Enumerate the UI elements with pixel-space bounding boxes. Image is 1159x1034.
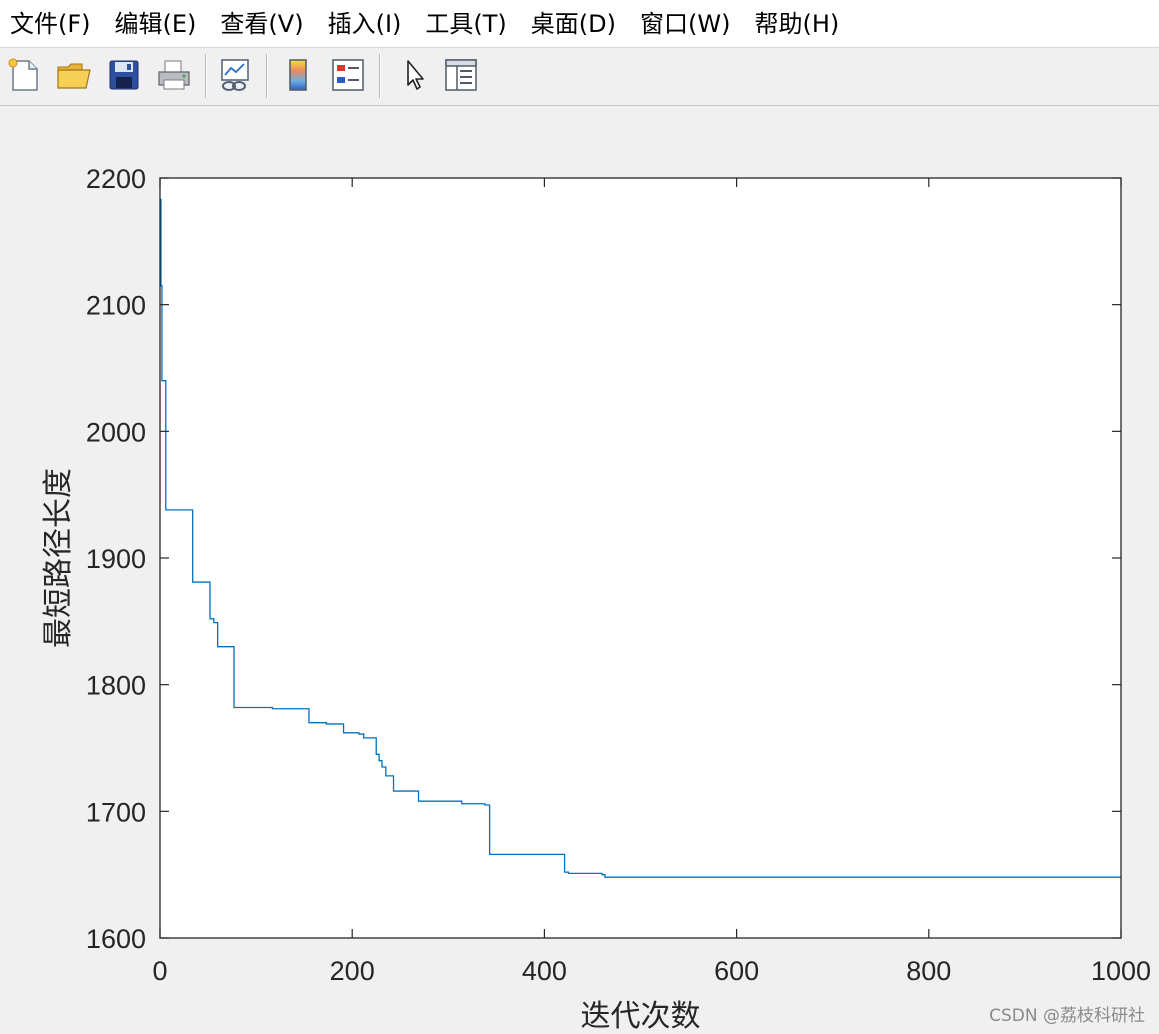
new-figure-button[interactable] bbox=[4, 55, 44, 95]
y-tick-label: 1900 bbox=[86, 544, 146, 574]
menu-edit[interactable]: 编辑(E) bbox=[103, 0, 209, 48]
y-axis-label: 最短路径长度 bbox=[41, 468, 76, 648]
insert-legend-button[interactable] bbox=[328, 55, 368, 95]
y-tick-label: 2100 bbox=[86, 291, 146, 321]
menu-view[interactable]: 查看(V) bbox=[208, 0, 315, 48]
legend-icon bbox=[332, 59, 364, 91]
colorbar-icon bbox=[289, 59, 307, 91]
save-button[interactable] bbox=[104, 55, 144, 95]
x-tick-label: 0 bbox=[152, 956, 167, 986]
toolbar-separator bbox=[379, 54, 381, 98]
menu-file[interactable]: 文件(F) bbox=[0, 0, 103, 48]
x-tick-label: 800 bbox=[906, 956, 951, 986]
menu-bar: 文件(F) 编辑(E) 查看(V) 插入(I) 工具(T) 桌面(D) 窗口(W) 帮助(H) bbox=[0, 0, 1159, 48]
y-tick-label: 1700 bbox=[86, 797, 146, 827]
y-tick-label: 1600 bbox=[86, 924, 146, 954]
toolbar-separator bbox=[205, 54, 207, 98]
open-file-button[interactable] bbox=[54, 55, 94, 95]
line-chart: 0 200 400 600 800 1000 1600 1700 1800 1900 2000 210… bbox=[41, 164, 1151, 1034]
plot-area bbox=[160, 178, 1121, 938]
link-plot-icon bbox=[221, 59, 249, 91]
toolbar bbox=[0, 48, 1159, 106]
floppy-disk-icon bbox=[109, 60, 139, 90]
printer-icon bbox=[158, 60, 190, 90]
edit-plot-button[interactable] bbox=[394, 55, 434, 95]
menu-desktop[interactable]: 桌面(D) bbox=[519, 0, 628, 48]
menu-window[interactable]: 窗口(W) bbox=[628, 0, 742, 48]
folder-open-icon bbox=[57, 63, 91, 89]
watermark: CSDN @荔枝科研社 bbox=[989, 1006, 1145, 1026]
menu-insert[interactable]: 插入(I) bbox=[316, 0, 414, 48]
insert-colorbar-button[interactable] bbox=[278, 55, 318, 95]
y-tick-label: 2000 bbox=[86, 417, 146, 447]
new-document-icon bbox=[8, 58, 38, 91]
figure-canvas: 0 200 400 600 800 1000 1600 1700 1800 1900 2000 210… bbox=[0, 106, 1159, 1034]
print-button[interactable] bbox=[154, 55, 194, 95]
property-panel-icon bbox=[445, 59, 477, 91]
menu-help[interactable]: 帮助(H) bbox=[742, 0, 851, 48]
x-tick-label: 200 bbox=[330, 956, 375, 986]
menu-tools[interactable]: 工具(T) bbox=[413, 0, 518, 48]
toolbar-separator bbox=[266, 54, 268, 98]
y-tick-label: 2200 bbox=[86, 164, 146, 194]
x-tick-label: 400 bbox=[522, 956, 567, 986]
property-inspector-button[interactable] bbox=[441, 55, 481, 95]
link-plot-button[interactable] bbox=[216, 55, 256, 95]
cursor-arrow-icon bbox=[407, 60, 424, 90]
x-axis-label: 迭代次数 bbox=[581, 999, 701, 1034]
y-tick-label: 1800 bbox=[86, 671, 146, 701]
x-tick-label: 600 bbox=[714, 956, 759, 986]
x-tick-label: 1000 bbox=[1091, 956, 1151, 986]
